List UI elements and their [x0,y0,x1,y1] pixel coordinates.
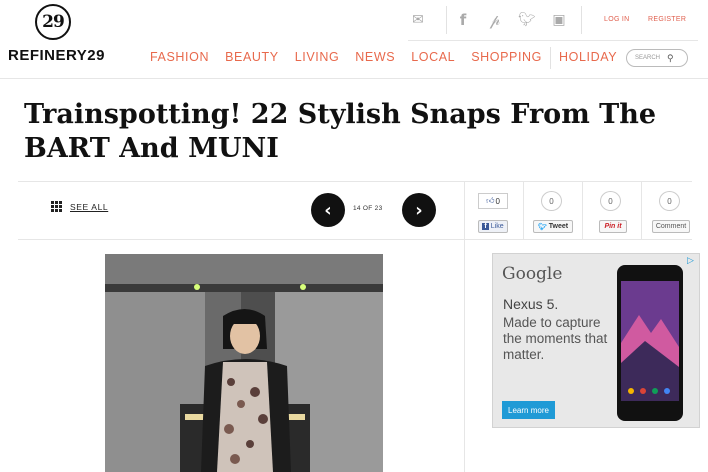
article-title: Trainspotting! 22 Stylish Snaps From The… [24,99,657,164]
logo-mark-text: 29 [42,12,65,32]
nav-holiday[interactable]: HOLIDAY [559,50,617,69]
header-divider [408,40,698,41]
facebook-like-button[interactable]: f Like [478,220,508,233]
nav-fashion[interactable]: FASHION [150,50,209,69]
google-nexus-ad[interactable]: ▷ Google Nexus 5. Made to capture the mo… [492,253,700,428]
ad-copy: Made to capture the moments that matter. [503,315,608,362]
gallery-photo[interactable] [105,254,383,472]
learn-more-button[interactable]: Learn more [502,401,555,419]
twitter-icon[interactable]: 🐦︎ [517,10,537,30]
chevron-left-icon: ‹ [324,199,332,221]
slide-counter: 14 OF 23 [353,205,383,212]
comment-button[interactable]: Comment [652,220,690,233]
tweet-widget: 0 🐦︎ Tweet [523,181,582,239]
pinterest-icon[interactable]: 𝓅 [485,10,505,30]
ad-product: Nexus 5. [503,296,559,312]
search-placeholder: SEARCH [635,55,661,61]
search-icon[interactable]: ⚲ [667,53,674,64]
instagram-icon[interactable]: ▣ [549,10,569,30]
tweet-button[interactable]: 🐦︎ Tweet [533,220,573,233]
pinit-button[interactable]: Pin it [599,220,627,233]
like-label: Like [490,223,504,230]
tweet-label: Tweet [548,223,569,230]
pinit-label: Pin it [604,223,622,230]
comment-count-bubble: 0 [659,191,680,211]
gallery-bar-bottom-border [18,239,692,240]
content-divider [464,239,465,472]
nav-local[interactable]: LOCAL [411,50,455,69]
twitter-bird-icon: 🐦︎ [537,223,547,231]
tweet-count-bubble: 0 [541,191,562,211]
social-links: ✉ f 𝓅 🐦︎ ▣ [408,6,582,34]
nav-shopping[interactable]: SHOPPING [471,50,542,69]
see-all-link[interactable]: SEE ALL [51,201,108,212]
ad-brand: Google [502,264,563,284]
like-count-box: 👍︎ 0 [478,193,508,209]
divider [446,6,447,34]
divider [550,47,551,69]
nav-living[interactable]: LIVING [295,50,340,69]
like-count: 0 [495,196,500,206]
pinit-widget: 0 Pin it [582,181,641,239]
refinery29-logo-mark[interactable]: 29 [35,4,71,40]
pin-count: 0 [608,196,613,206]
comment-widget: 0 Comment [641,181,700,239]
comment-count: 0 [667,196,672,206]
see-all-label: SEE ALL [70,201,109,212]
nav-news[interactable]: NEWS [355,50,395,69]
tweet-count: 0 [549,196,554,206]
nav-beauty[interactable]: BEAUTY [225,50,279,69]
brand-name[interactable]: REFINERY29 [8,47,105,64]
login-link[interactable]: LOG IN [604,16,630,23]
facebook-like-widget: 👍︎ 0 f Like [464,181,523,239]
thumbs-up-icon: 👍︎ [486,196,495,205]
header-bottom-border [0,78,708,79]
facebook-icon[interactable]: f [453,10,473,30]
divider [581,6,582,34]
main-nav: FASHION BEAUTY LIVING NEWS LOCAL SHOPPIN… [150,47,633,69]
comment-label: Comment [655,223,687,230]
search-input[interactable]: SEARCH ⚲ [626,49,688,67]
next-slide-button[interactable]: › [402,193,436,227]
grid-icon [51,201,62,212]
register-link[interactable]: REGISTER [648,16,686,23]
mail-icon[interactable]: ✉ [408,10,428,30]
phone-image [617,265,683,421]
street-style-photo [105,254,383,472]
adchoices-icon[interactable]: ▷ [687,255,697,265]
chevron-right-icon: › [415,199,423,221]
facebook-icon: f [482,223,489,230]
previous-slide-button[interactable]: ‹ [311,193,345,227]
pin-count-bubble: 0 [600,191,621,211]
